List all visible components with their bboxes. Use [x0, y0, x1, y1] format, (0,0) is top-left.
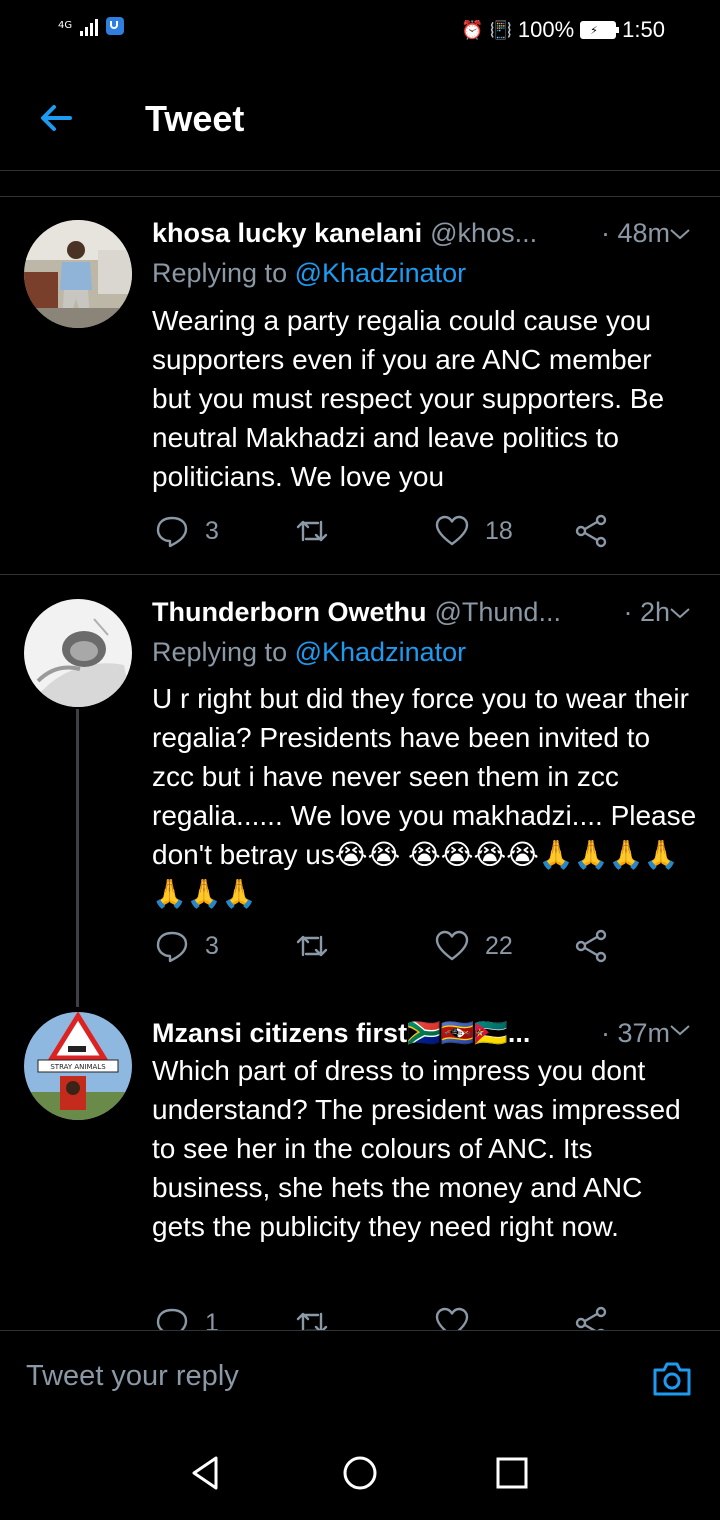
reply-composer [0, 1330, 720, 1424]
battery-percent: 100% [517, 17, 575, 42]
back-arrow-icon[interactable] [34, 96, 78, 140]
chevron-down-icon[interactable] [668, 601, 692, 625]
mention-link[interactable]: @Khadzinator [295, 637, 467, 667]
share-button[interactable] [575, 1306, 609, 1330]
mention-link[interactable]: @Khadzinator [295, 258, 467, 288]
signal-icon [80, 16, 99, 36]
retweet-button[interactable] [295, 514, 345, 548]
top-bar: Tweet [0, 62, 720, 171]
tweet-actions: 1 [155, 1306, 635, 1330]
chevron-down-icon[interactable] [668, 1018, 692, 1042]
share-icon [575, 514, 607, 548]
replying-label: Replying to [152, 637, 288, 667]
tweet-meta: Thunderborn Owethu @Thund... · 2h [152, 595, 670, 629]
retweet-button[interactable] [295, 929, 345, 963]
tweet-actions: 3 22 [155, 929, 635, 969]
network-type: 4G [58, 20, 73, 31]
status-bar: 4G ⏰ 📳 100% ⚡ 1:50 [0, 0, 720, 62]
like-count: 18 [485, 516, 513, 545]
reply-input[interactable] [24, 1351, 588, 1401]
reply-count: 1 [205, 1308, 219, 1331]
replying-to: Replying to @Khadzinator [152, 256, 466, 290]
chevron-down-icon[interactable] [668, 222, 692, 246]
retweet-icon [296, 520, 328, 542]
reply-button[interactable]: 3 [155, 929, 219, 963]
timestamp: · 48m [600, 218, 670, 248]
avatar-sign-text: STRAY ANIMALS [50, 1063, 106, 1071]
page-title: Tweet [145, 98, 245, 139]
like-button[interactable] [435, 1306, 485, 1330]
display-name[interactable]: Thunderborn Owethu [152, 595, 426, 629]
like-icon [435, 1307, 469, 1330]
clock: 1:50 [622, 17, 665, 42]
like-icon [435, 930, 469, 961]
reply-button[interactable]: 3 [155, 514, 219, 548]
reply-tweet[interactable]: khosa lucky kanelani @khos... · 48m Repl… [0, 196, 720, 574]
user-handle: @Thund... [434, 597, 561, 627]
share-button[interactable] [575, 514, 609, 548]
reply-button[interactable]: 1 [155, 1306, 219, 1330]
alarm-icon: ⏰ [461, 19, 484, 41]
thread-connector [76, 709, 79, 1007]
reply-tweet[interactable]: STRAY ANIMALS Mzansi citizens first🇿🇦🇸🇿🇲… [0, 996, 720, 1330]
like-button[interactable]: 18 [435, 514, 513, 548]
status-left: 4G [58, 16, 125, 36]
share-button[interactable] [575, 929, 609, 963]
tweet-meta: khosa lucky kanelani @khos... · 48m [152, 216, 670, 250]
retweet-icon [296, 1312, 328, 1330]
reply-icon [156, 516, 188, 548]
nav-home-icon[interactable] [340, 1453, 380, 1493]
retweet-icon [296, 935, 328, 957]
reply-icon [156, 931, 188, 963]
tweet-actions: 3 18 [155, 514, 635, 554]
display-name[interactable]: khosa lucky kanelani [152, 216, 422, 250]
avatar[interactable] [24, 599, 132, 707]
camera-icon[interactable] [652, 1361, 692, 1397]
like-button[interactable]: 22 [435, 929, 513, 963]
replying-label: Replying to [152, 258, 288, 288]
share-icon [575, 929, 607, 963]
like-count: 22 [485, 931, 513, 960]
user-handle: @khos... [430, 218, 538, 248]
reply-icon [156, 1308, 188, 1330]
share-icon [575, 1306, 607, 1330]
avatar[interactable]: STRAY ANIMALS [24, 1012, 132, 1120]
avatar[interactable] [24, 220, 132, 328]
status-right: ⏰ 📳 100% ⚡ 1:50 [461, 17, 665, 43]
vibrate-icon: 📳 [489, 19, 512, 41]
tweet-text: Which part of dress to impress you dont … [152, 1055, 681, 1242]
tweet-text: U r right but did they force you to wear… [152, 683, 697, 909]
retweet-button[interactable] [295, 1306, 345, 1330]
like-icon [435, 515, 469, 546]
tweet-meta: Mzansi citizens first🇿🇦🇸🇿🇲🇿... · 37m [152, 1016, 670, 1050]
reply-count: 3 [205, 516, 219, 545]
timestamp: · 2h [623, 597, 670, 627]
timestamp: · 37m [600, 1018, 670, 1048]
replying-to: Replying to @Khadzinator [152, 635, 466, 669]
reply-count: 3 [205, 931, 219, 960]
reply-tweet[interactable]: Thunderborn Owethu @Thund... · 2h Replyi… [0, 575, 720, 1007]
vpn-shield-icon [106, 17, 125, 35]
system-nav-bar [0, 1423, 720, 1520]
battery-icon: ⚡ [580, 21, 620, 39]
display-name[interactable]: Mzansi citizens first🇿🇦🇸🇿🇲🇿... [152, 1016, 530, 1050]
tweet-text: Wearing a party regalia could cause you … [152, 305, 665, 492]
user-handle [538, 1016, 591, 1050]
nav-recents-icon[interactable] [492, 1453, 532, 1493]
nav-back-icon[interactable] [186, 1453, 226, 1493]
